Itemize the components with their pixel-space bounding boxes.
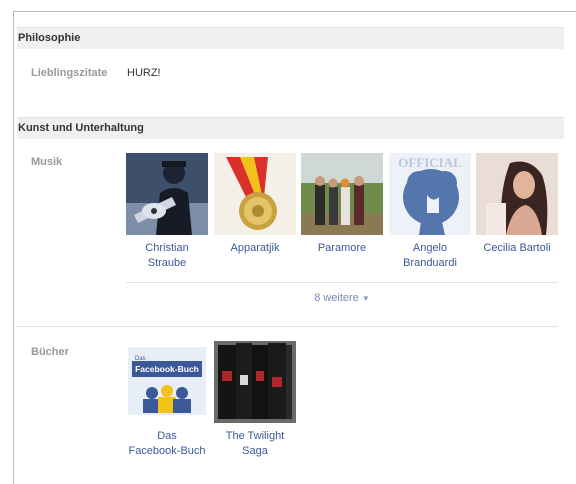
music-thumbnail[interactable] xyxy=(214,153,296,235)
music-label: Musik xyxy=(31,156,63,168)
music-item-apparatjik[interactable]: Apparatjik xyxy=(214,153,296,256)
favorite-quotes-label: Lieblingszitate xyxy=(31,67,108,79)
book-item-the-twilight-saga[interactable]: The Twilight Saga xyxy=(214,341,296,459)
book-item-das-facebook-buch[interactable]: Das Facebook-Buch Das Facebook-Buch xyxy=(126,341,208,459)
music-thumbnail[interactable] xyxy=(301,153,383,235)
book-thumbnail[interactable] xyxy=(214,341,296,423)
svg-text:Facebook-Buch: Facebook-Buch xyxy=(135,364,199,374)
svg-text:OFFICIAL: OFFICIAL xyxy=(398,155,462,170)
music-item-cecilia-bartoli[interactable]: Cecilia Bartoli xyxy=(476,153,558,256)
music-thumbnail[interactable] xyxy=(126,153,208,235)
favorite-quotes-value: HURZ! xyxy=(127,67,161,79)
show-more-music-link[interactable]: 8 weitere ▼ xyxy=(126,292,558,304)
section-header-kunst-und-unterhaltung: Kunst und Unterhaltung xyxy=(17,117,564,139)
music-item-caption[interactable]: Christian Straube xyxy=(126,241,208,271)
music-thumbnail[interactable]: OFFICIAL xyxy=(389,153,471,235)
books-label: Bücher xyxy=(31,346,69,358)
divider xyxy=(17,326,558,327)
book-thumbnail[interactable]: Das Facebook-Buch xyxy=(126,341,208,423)
music-item-caption[interactable]: Apparatjik xyxy=(214,241,296,256)
music-item-caption[interactable]: Angelo Branduardi xyxy=(389,241,471,271)
divider xyxy=(126,282,558,283)
music-item-caption[interactable]: Cecilia Bartoli xyxy=(476,241,558,256)
chevron-down-icon: ▼ xyxy=(361,294,370,303)
section-header-philosophie: Philosophie xyxy=(17,27,564,49)
music-thumbnail[interactable] xyxy=(476,153,558,235)
music-item-christian-straube[interactable]: Christian Straube xyxy=(126,153,208,271)
book-item-caption[interactable]: Das Facebook-Buch xyxy=(126,429,208,459)
svg-text:Das: Das xyxy=(135,356,146,362)
book-item-caption[interactable]: The Twilight Saga xyxy=(214,429,296,459)
music-item-angelo-branduardi[interactable]: OFFICIAL Angelo Branduardi xyxy=(389,153,471,271)
music-item-paramore[interactable]: Paramore xyxy=(301,153,383,256)
music-item-caption[interactable]: Paramore xyxy=(301,241,383,256)
